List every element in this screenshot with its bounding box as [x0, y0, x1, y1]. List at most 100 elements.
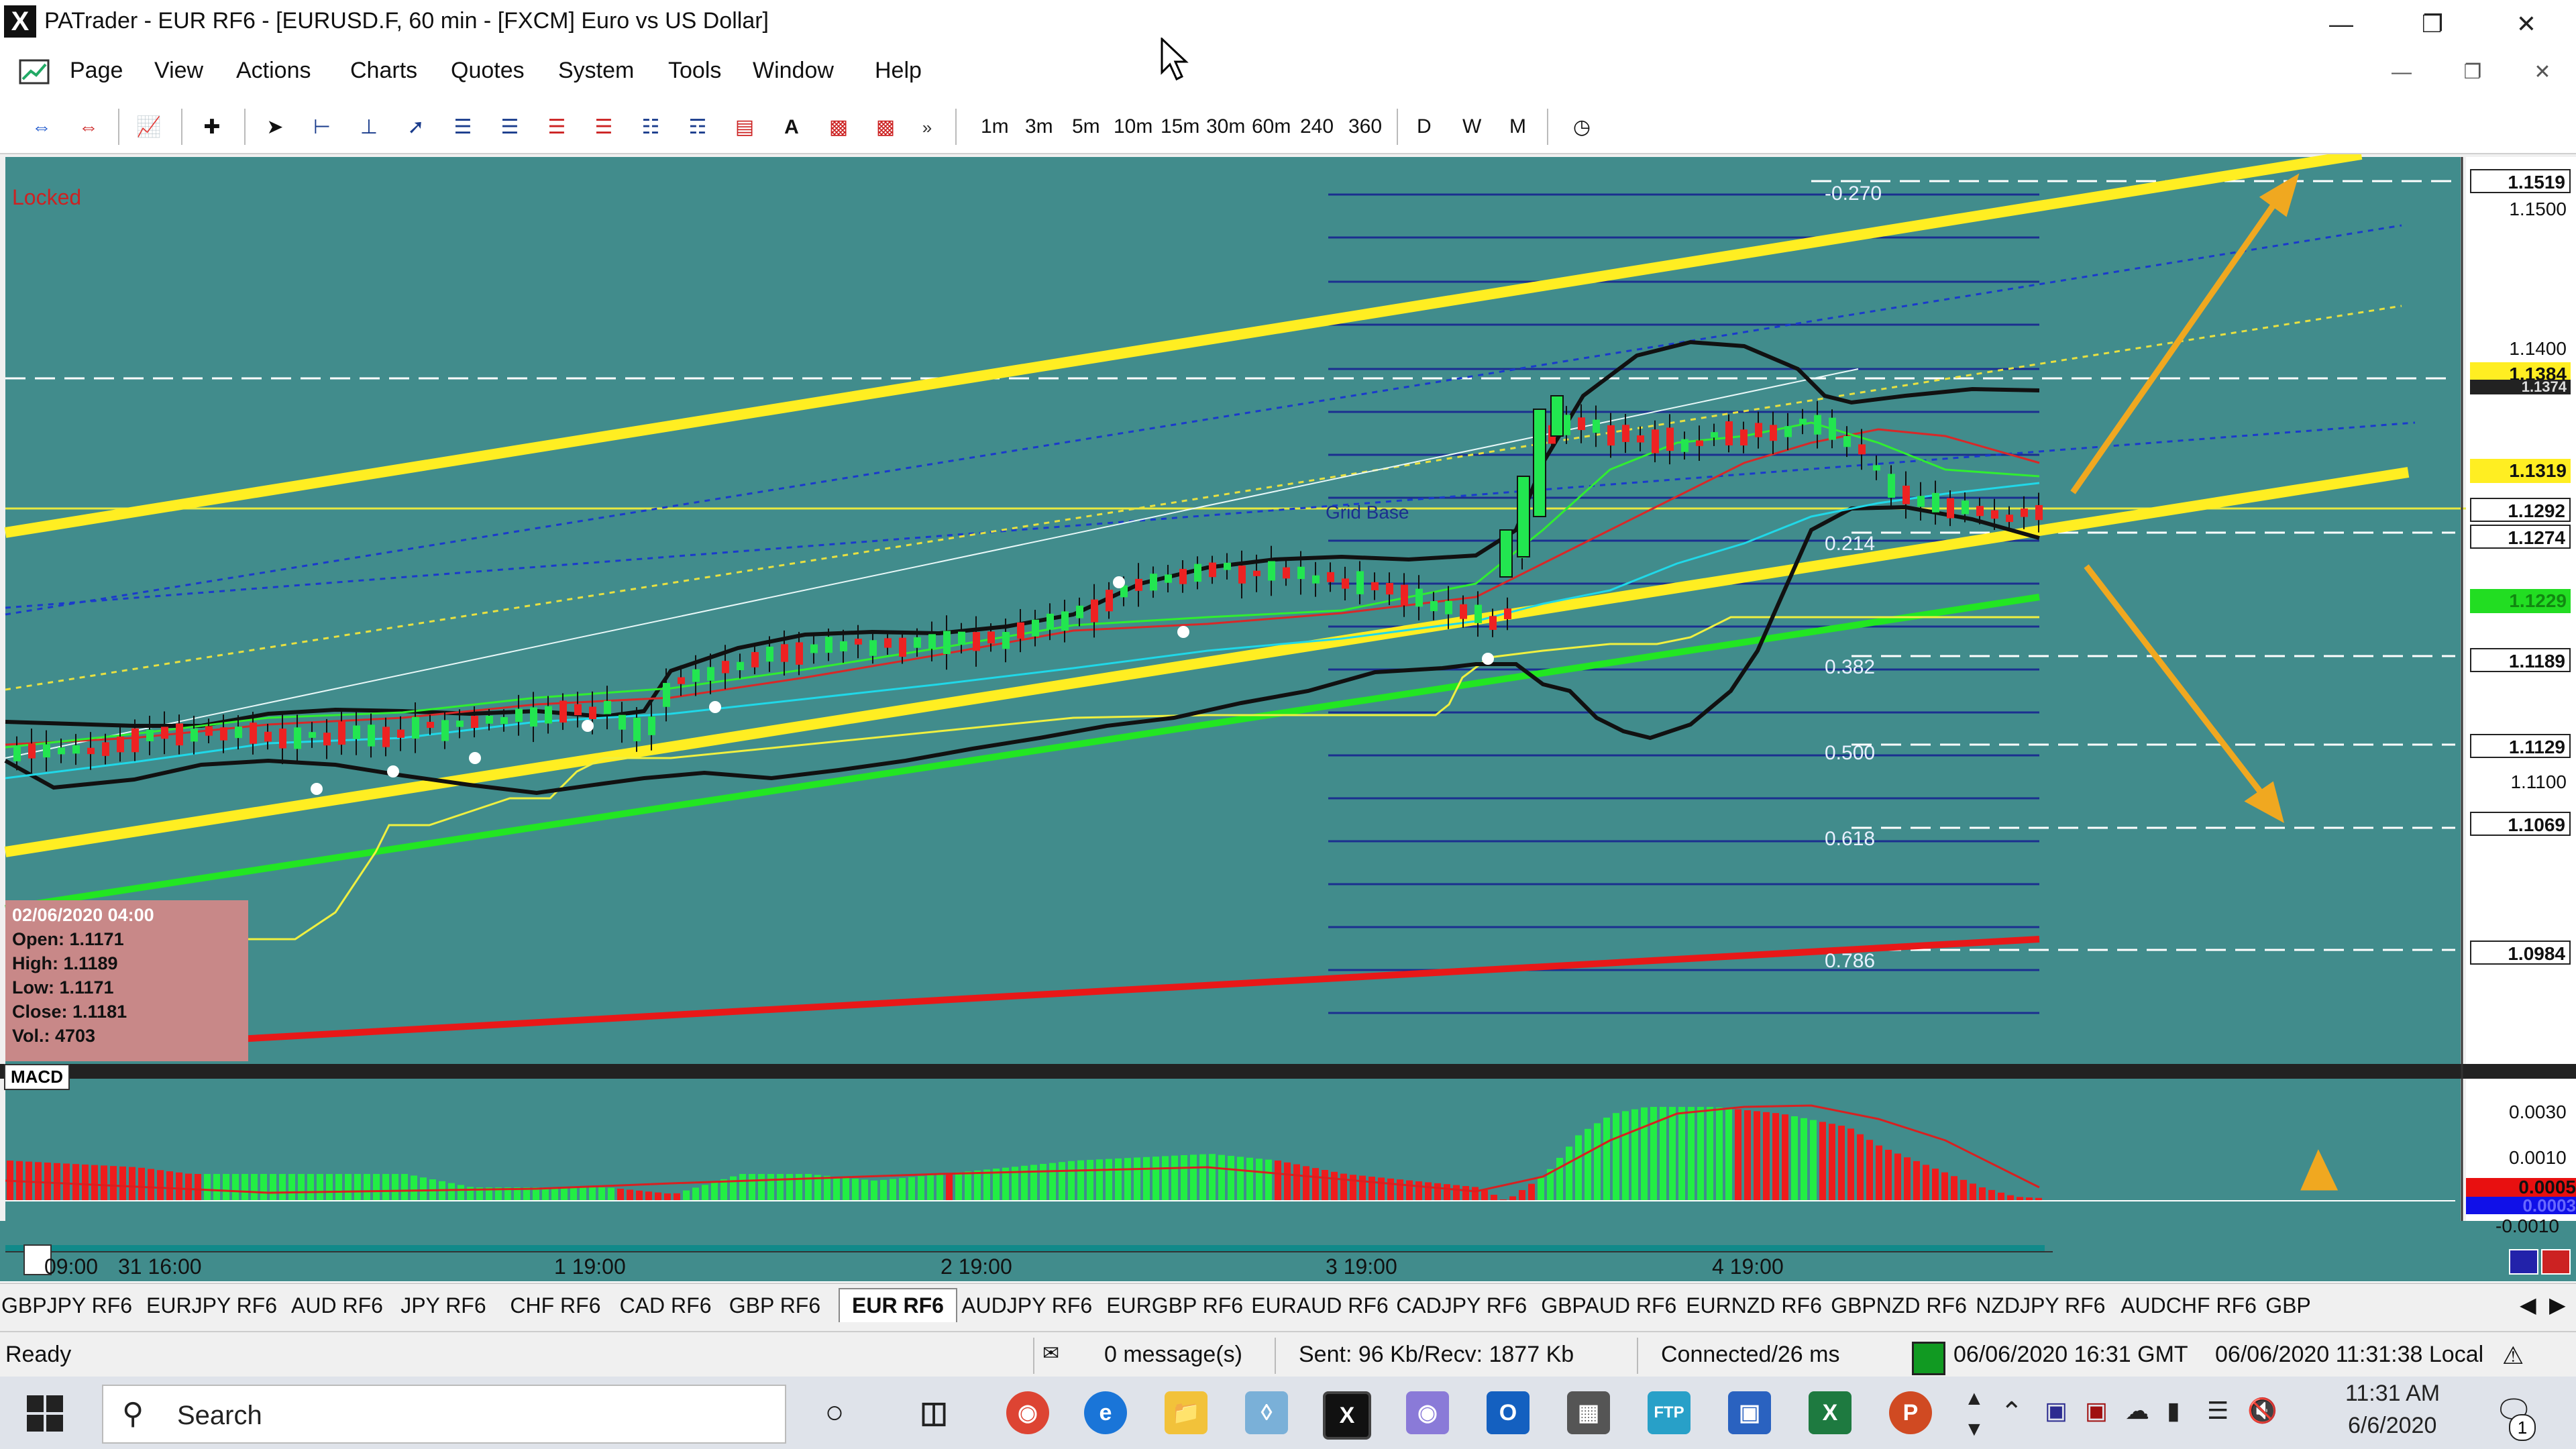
tab-aud-rf6[interactable]: AUD RF6	[291, 1293, 383, 1318]
timeframe-360[interactable]: 360	[1348, 115, 1382, 138]
timeframe-5m[interactable]: 5m	[1072, 115, 1100, 138]
taskbar-down-icon[interactable]: ▼	[1964, 1418, 1984, 1441]
wifi-icon[interactable]: ☰	[2207, 1397, 2229, 1425]
app-icon[interactable]: ▣	[1728, 1391, 1771, 1434]
fibonacci-fan-icon[interactable]: ☰	[495, 113, 525, 142]
menu-charts[interactable]: Charts	[350, 58, 417, 84]
tab-audjpy-rf6[interactable]: AUDJPY RF6	[961, 1293, 1092, 1318]
app-icon[interactable]: ◉	[1406, 1391, 1449, 1434]
tab-eurgbp-rf6[interactable]: EURGBP RF6	[1106, 1293, 1243, 1318]
battery-icon[interactable]: ▮	[2167, 1397, 2180, 1425]
menu-view[interactable]: View	[154, 58, 203, 84]
tab-gbpaud-rf6[interactable]: GBPAUD RF6	[1541, 1293, 1676, 1318]
tab-gbp-rf6[interactable]: GBP RF6	[729, 1293, 820, 1318]
tab-eur-rf6[interactable]: EUR RF6	[839, 1288, 957, 1322]
ftp-icon[interactable]: FTP	[1648, 1391, 1690, 1434]
timeframe-15m[interactable]: 15m	[1161, 115, 1199, 138]
task-view-icon[interactable]: ◫	[912, 1391, 955, 1434]
chart-close-icon[interactable]	[2541, 1249, 2571, 1275]
scroll-right-icon[interactable]: ⇔	[74, 113, 103, 142]
taskbar-up-icon[interactable]: ▲	[1964, 1387, 1984, 1410]
timeframe-3m[interactable]: 3m	[1025, 115, 1053, 138]
tab-gbp[interactable]: GBP	[2265, 1293, 2311, 1318]
cloud-icon[interactable]: ☁	[2125, 1397, 2149, 1425]
file-explorer-icon[interactable]: 📁	[1165, 1391, 1208, 1434]
menu-window[interactable]: Window	[753, 58, 834, 84]
fibonacci-extension-icon[interactable]: ☰	[589, 113, 619, 142]
menu-quotes[interactable]: Quotes	[451, 58, 525, 84]
tray-app-icon[interactable]: ▣	[2085, 1397, 2108, 1425]
tab-jpy-rf6[interactable]: JPY RF6	[400, 1293, 486, 1318]
patrader-icon[interactable]: X	[1323, 1391, 1371, 1440]
text-tool-icon[interactable]: A	[777, 113, 806, 142]
menu-actions[interactable]: Actions	[236, 58, 311, 84]
restore-button[interactable]: ❐	[2399, 4, 2466, 44]
fibonacci-retracement-icon[interactable]: ☰	[542, 113, 572, 142]
tab-chf-rf6[interactable]: CHF RF6	[510, 1293, 600, 1318]
edge-icon[interactable]: e	[1084, 1391, 1127, 1434]
pattern-icon[interactable]: ▩	[824, 113, 853, 142]
chart-area[interactable]: Locked Grid Base -0.270 0.214 0.382 0.50…	[0, 149, 2576, 1281]
mdi-minimize-button[interactable]: —	[2383, 58, 2420, 87]
cycle-lines-icon[interactable]: ☶	[683, 113, 712, 142]
timeframe-60m[interactable]: 60m	[1252, 115, 1291, 138]
cortana-icon[interactable]: ○	[813, 1391, 856, 1434]
tab-nzdjpy-rf6[interactable]: NZDJPY RF6	[1976, 1293, 2105, 1318]
indicator-icon[interactable]: 📈	[134, 113, 164, 142]
timeframe-weekly[interactable]: W	[1462, 115, 1481, 138]
channel-icon[interactable]: ☰	[448, 113, 478, 142]
horizontal-line-icon[interactable]: ⊢	[307, 113, 337, 142]
clock-date[interactable]: 6/6/2020	[2348, 1413, 2436, 1439]
gann-icon[interactable]: ☷	[636, 113, 665, 142]
timeframe-monthly[interactable]: M	[1509, 115, 1526, 138]
menu-tools[interactable]: Tools	[668, 58, 721, 84]
chart-option-icon[interactable]	[2509, 1249, 2538, 1275]
rectangle-icon[interactable]: ▤	[730, 113, 759, 142]
scroll-left-icon[interactable]: ⇔	[27, 113, 56, 142]
timeframe-10m[interactable]: 10m	[1114, 115, 1152, 138]
clock-icon[interactable]: ◷	[1567, 113, 1597, 142]
tab-scroll-right-icon[interactable]: ▶	[2549, 1292, 2566, 1318]
volume-muted-icon[interactable]: 🔇	[2247, 1397, 2277, 1425]
cursor-icon[interactable]: ➤	[260, 113, 290, 142]
calculator-icon[interactable]: ▦	[1567, 1391, 1610, 1434]
powerpoint-icon[interactable]: P	[1889, 1391, 1932, 1434]
timeframe-1m[interactable]: 1m	[981, 115, 1009, 138]
tab-cad-rf6[interactable]: CAD RF6	[620, 1293, 712, 1318]
menu-page[interactable]: Page	[70, 58, 123, 84]
tray-app-icon[interactable]: ▣	[2045, 1397, 2068, 1425]
close-button[interactable]: ✕	[2493, 4, 2560, 44]
rsi-icon[interactable]: ▩	[871, 113, 900, 142]
tab-audchf-rf6[interactable]: AUDCHF RF6	[2121, 1293, 2257, 1318]
taskbar-search-box[interactable]: ⚲ Search	[102, 1385, 786, 1444]
tab-gbpnzd-rf6[interactable]: GBPNZD RF6	[1831, 1293, 1967, 1318]
outlook-icon[interactable]: O	[1487, 1391, 1529, 1434]
chart-canvas[interactable]	[0, 149, 2576, 1281]
more-tools-icon[interactable]: »	[912, 113, 942, 142]
menu-system[interactable]: System	[558, 58, 634, 84]
tab-euraud-rf6[interactable]: EURAUD RF6	[1251, 1293, 1388, 1318]
tab-eurnzd-rf6[interactable]: EURNZD RF6	[1686, 1293, 1822, 1318]
trend-line-icon[interactable]: ➚	[401, 113, 431, 142]
minimize-button[interactable]: —	[2308, 4, 2375, 44]
menu-help[interactable]: Help	[875, 58, 922, 84]
vertical-line-icon[interactable]: ⊥	[354, 113, 384, 142]
warning-icon[interactable]: ⚠	[2502, 1342, 2524, 1370]
mdi-restore-button[interactable]: ❐	[2454, 58, 2491, 87]
show-hidden-icons[interactable]: ⌃	[2000, 1397, 2023, 1428]
windows-start-icon[interactable]	[27, 1395, 63, 1435]
excel-icon[interactable]: X	[1809, 1391, 1851, 1434]
chart-menu-icon[interactable]	[19, 56, 51, 89]
crosshair-icon[interactable]: ✚	[197, 113, 227, 142]
tab-eurjpy-rf6[interactable]: EURJPY RF6	[146, 1293, 277, 1318]
chrome-icon[interactable]: ◉	[1006, 1391, 1049, 1434]
mdi-close-button[interactable]: ✕	[2524, 58, 2561, 87]
timeframe-30m[interactable]: 30m	[1206, 115, 1245, 138]
timeframe-240[interactable]: 240	[1300, 115, 1334, 138]
timeframe-daily[interactable]: D	[1417, 115, 1432, 138]
tab-scroll-left-icon[interactable]: ◀	[2520, 1292, 2536, 1318]
app-icon[interactable]: ◊	[1245, 1391, 1288, 1434]
clock-time[interactable]: 11:31 AM	[2345, 1381, 2440, 1407]
mail-icon[interactable]: ✉	[1042, 1342, 1059, 1365]
tab-cadjpy-rf6[interactable]: CADJPY RF6	[1396, 1293, 1527, 1318]
